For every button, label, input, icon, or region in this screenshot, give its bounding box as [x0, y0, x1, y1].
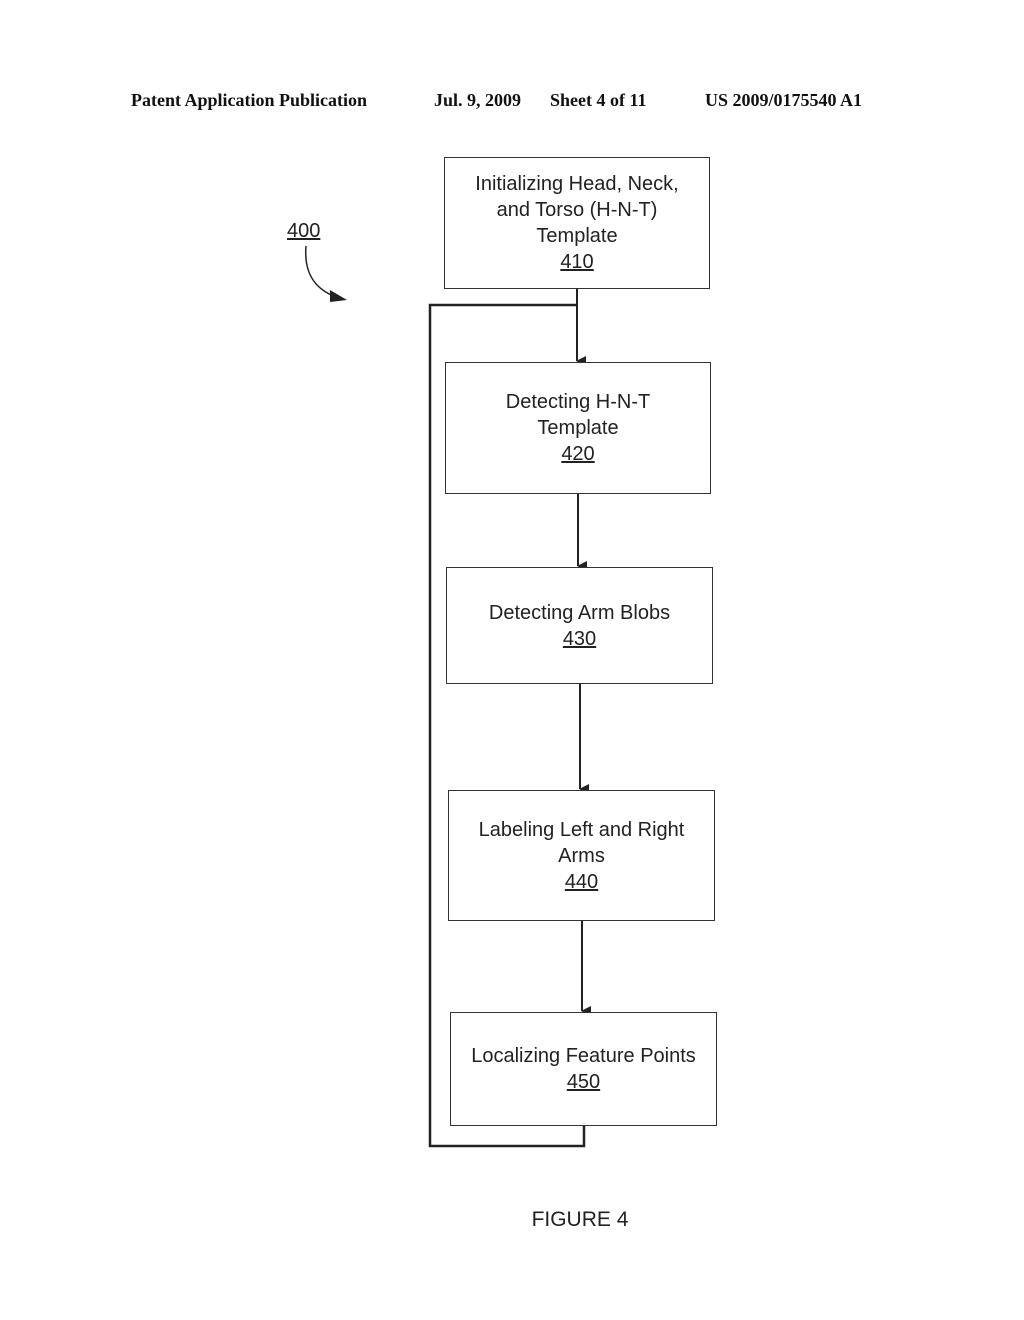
step-number: 410 [560, 251, 594, 273]
step-box-440: Labeling Left and Right Arms 440 [448, 790, 715, 921]
figure-label: FIGURE 4 [531, 1208, 629, 1231]
reference-arrowhead [330, 290, 347, 302]
step-text: Detecting Arm Blobs [488, 601, 671, 624]
step-text: Template [537, 417, 619, 439]
step-number: 420 [561, 443, 595, 465]
step-number: 450 [566, 1071, 601, 1093]
reference-label-400: 400 [287, 220, 321, 242]
step-box-410: Initializing Head, Neck, and Torso (H-N-… [444, 157, 710, 289]
reference-arrow-400 [304, 245, 337, 298]
step-text: Labeling Left and Right [478, 818, 685, 841]
step-text: Detecting H-N-T [505, 391, 651, 413]
step-text: Initializing Head, Neck, [475, 173, 679, 195]
step-text: Localizing Feature Points [471, 1045, 696, 1067]
step-box-450: Localizing Feature Points 450 [450, 1012, 717, 1126]
step-number: 430 [562, 627, 597, 650]
step-text: Arms [558, 844, 605, 867]
step-number: 440 [564, 870, 599, 893]
step-text: Template [536, 225, 618, 247]
step-box-430: Detecting Arm Blobs 430 [446, 567, 713, 684]
step-text: and Torso (H-N-T) [496, 199, 658, 221]
step-box-420: Detecting H-N-T Template 420 [445, 362, 711, 494]
